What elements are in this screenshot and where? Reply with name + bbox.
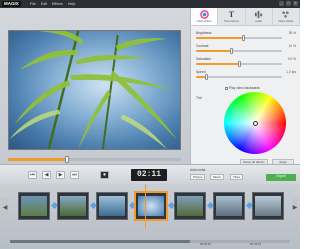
scrollbar-thumb[interactable] xyxy=(10,240,190,243)
scroll-right-button[interactable]: ▶ xyxy=(292,198,298,218)
timeline-start-label: 00:00:00 xyxy=(200,242,211,246)
brightness-value: 55 % xyxy=(288,31,296,35)
slider-fill xyxy=(196,50,232,52)
slider-handle[interactable] xyxy=(204,74,208,80)
text-T-icon: T xyxy=(228,10,235,19)
clip-thumbnail xyxy=(138,196,164,216)
storyboard-timeline: ◀ ▶ 00:00:00 00:03:45 xyxy=(0,184,300,249)
preview-scrubber[interactable] xyxy=(8,156,181,163)
tab-title-text[interactable]: T Title and text xyxy=(218,8,246,25)
minimize-button[interactable]: _ xyxy=(279,1,284,6)
slider-handle[interactable] xyxy=(237,61,241,67)
timeline-clip-selected[interactable] xyxy=(135,192,167,220)
window-controls: _ □ × xyxy=(279,1,298,6)
brightness-label: Brightness xyxy=(196,31,212,35)
slider-handle[interactable] xyxy=(241,35,245,41)
menu-effects[interactable]: Effects xyxy=(52,1,63,7)
effects-tabs: Video effects T Title and text Audio Vid… xyxy=(191,8,300,26)
app-logo: MAGIX xyxy=(2,1,21,7)
tint-color-wheel[interactable] xyxy=(224,92,286,154)
close-button[interactable]: × xyxy=(293,1,298,6)
color-wheel-icon xyxy=(199,10,209,19)
tab-label: Video effects xyxy=(278,20,294,23)
tab-label: Video effects xyxy=(196,20,212,23)
speed-slider[interactable] xyxy=(196,74,282,80)
maximize-button[interactable]: □ xyxy=(286,1,291,6)
slider-fill xyxy=(196,37,244,39)
scrubber-handle[interactable] xyxy=(64,156,69,163)
title-bar: MAGIX File Edit Effects Help _ □ × xyxy=(0,0,300,8)
titles-button[interactable]: Titles xyxy=(230,174,244,180)
saturation-slider-row: Saturation 0.0 % xyxy=(196,57,296,67)
saturation-slider[interactable] xyxy=(196,61,282,67)
contrast-label: Contrast xyxy=(196,44,209,48)
timeline-clip[interactable] xyxy=(174,192,206,220)
tab-label: Title and text xyxy=(223,20,239,23)
audio-icon xyxy=(254,10,263,19)
preview-area: 00:00:00 00:00:09 00:00:45 xyxy=(0,8,190,167)
reverse-checkbox[interactable]: Play video backwards xyxy=(225,86,260,90)
timeline-playhead[interactable] xyxy=(145,184,146,229)
menu-file[interactable]: File xyxy=(30,1,36,7)
menu-edit[interactable]: Edit xyxy=(41,1,47,7)
scroll-left-button[interactable]: ◀ xyxy=(2,198,8,218)
timeline-clip[interactable] xyxy=(18,192,50,220)
timeline-clip[interactable] xyxy=(252,192,284,220)
menu-bar: File Edit Effects Help xyxy=(30,1,75,7)
clip-thumbnail xyxy=(60,196,86,216)
checkbox-box[interactable] xyxy=(225,86,228,90)
tab-label: Audio xyxy=(255,20,262,23)
tint-label: Tint xyxy=(196,96,202,100)
add-media-label: Add media xyxy=(190,168,206,172)
effects-panel: Video effects T Title and text Audio Vid… xyxy=(190,8,300,166)
saturation-label: Saturation xyxy=(196,57,212,61)
tab-audio[interactable]: Audio xyxy=(246,8,273,25)
timeline-clip[interactable] xyxy=(213,192,245,220)
play-button[interactable]: ▶ xyxy=(56,171,65,179)
transport-bar: ⏮ ◀ ▶ ⏭ ⏺ 02:11 Add media Photos Music T… xyxy=(0,164,300,184)
clip-thumbnail xyxy=(216,196,242,216)
rewind-button[interactable]: ◀ xyxy=(42,171,51,179)
skip-end-button[interactable]: ⏭ xyxy=(70,171,79,179)
slider-fill xyxy=(196,63,239,65)
effects-icon xyxy=(281,10,290,19)
speed-label: Speed xyxy=(196,70,206,74)
export-button[interactable]: Export xyxy=(266,174,296,181)
brightness-slider-row: Brightness 55 % xyxy=(196,31,296,41)
video-preview[interactable] xyxy=(8,30,181,150)
clip-thumbnail xyxy=(99,196,125,216)
speed-slider-row: Speed 1.0 fps xyxy=(196,70,296,80)
photos-button[interactable]: Photos xyxy=(190,174,206,180)
timeline-clip[interactable] xyxy=(96,192,128,220)
record-button[interactable]: ⏺ xyxy=(100,171,109,179)
tab-video-effects[interactable]: Video effects xyxy=(191,8,219,25)
music-button[interactable]: Music xyxy=(210,174,224,180)
color-picker-handle[interactable] xyxy=(253,121,258,126)
scrubber-progress xyxy=(8,158,67,161)
speed-value: 1.0 fps xyxy=(286,70,296,74)
timeline-end-label: 00:03:45 xyxy=(250,242,261,246)
timeline-clip[interactable] xyxy=(57,192,89,220)
bamboo-leaves-image xyxy=(9,31,177,149)
tab-effects[interactable]: Video effects xyxy=(273,8,300,25)
skip-start-button[interactable]: ⏮ xyxy=(28,171,37,179)
clip-thumbnail xyxy=(255,196,281,216)
timeline-scrollbar[interactable] xyxy=(10,240,290,243)
clip-thumbnail xyxy=(177,196,203,216)
magix-video-editor: MAGIX File Edit Effects Help _ □ × Video… xyxy=(0,0,300,249)
contrast-slider[interactable] xyxy=(196,48,282,54)
contrast-slider-row: Contrast 41 % xyxy=(196,44,296,54)
slider-handle[interactable] xyxy=(229,48,233,54)
reverse-label: Play video backwards xyxy=(229,86,260,90)
clip-thumbnail xyxy=(21,196,47,216)
contrast-value: 41 % xyxy=(288,44,296,48)
saturation-value: 0.0 % xyxy=(287,57,296,61)
brightness-slider[interactable] xyxy=(196,35,282,41)
menu-help[interactable]: Help xyxy=(68,1,75,7)
timecode-display: 02:11 xyxy=(131,169,167,181)
